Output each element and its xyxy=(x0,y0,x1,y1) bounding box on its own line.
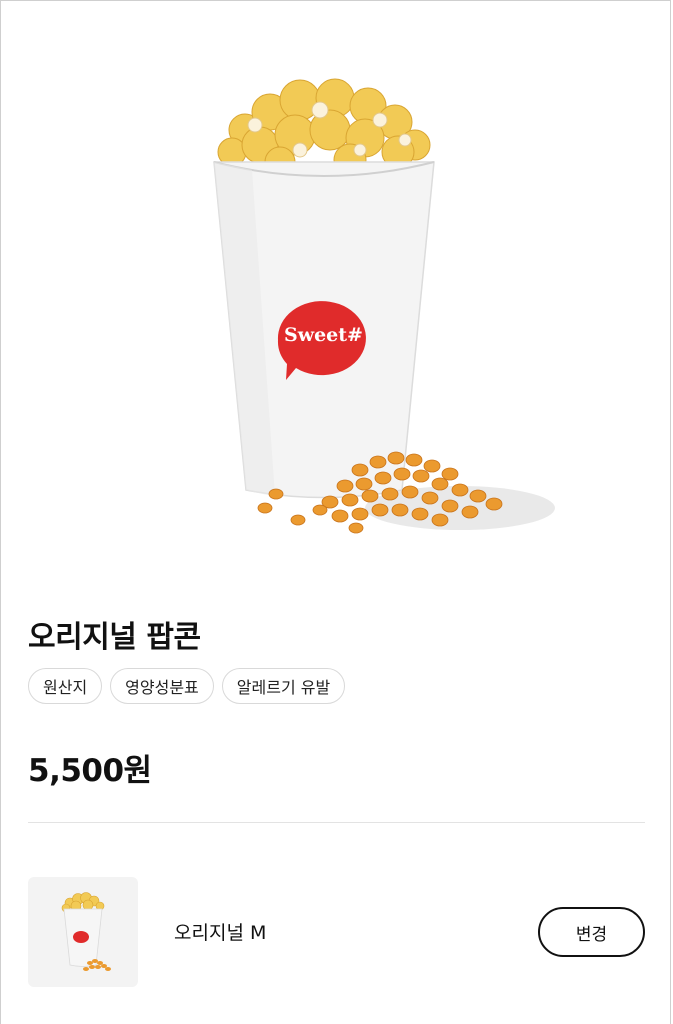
product-price: 5,500원 xyxy=(28,753,152,789)
chip-origin[interactable]: 원산지 xyxy=(28,668,103,704)
chip-allergy[interactable]: 알레르기 유발 xyxy=(221,668,346,704)
product-image: Sweet# xyxy=(0,0,673,560)
option-thumbnail xyxy=(28,877,138,987)
info-chips: 원산지 영양성분표 알레르기 유발 xyxy=(28,668,346,704)
option-row: 오리지널 M 변경 xyxy=(28,877,645,987)
change-option-button[interactable]: 변경 xyxy=(538,907,645,957)
chip-nutrition[interactable]: 영양성분표 xyxy=(110,668,214,704)
option-label: 오리지널 M xyxy=(174,922,267,944)
product-name: 오리지널 팝콘 xyxy=(28,620,201,655)
divider xyxy=(28,822,645,823)
